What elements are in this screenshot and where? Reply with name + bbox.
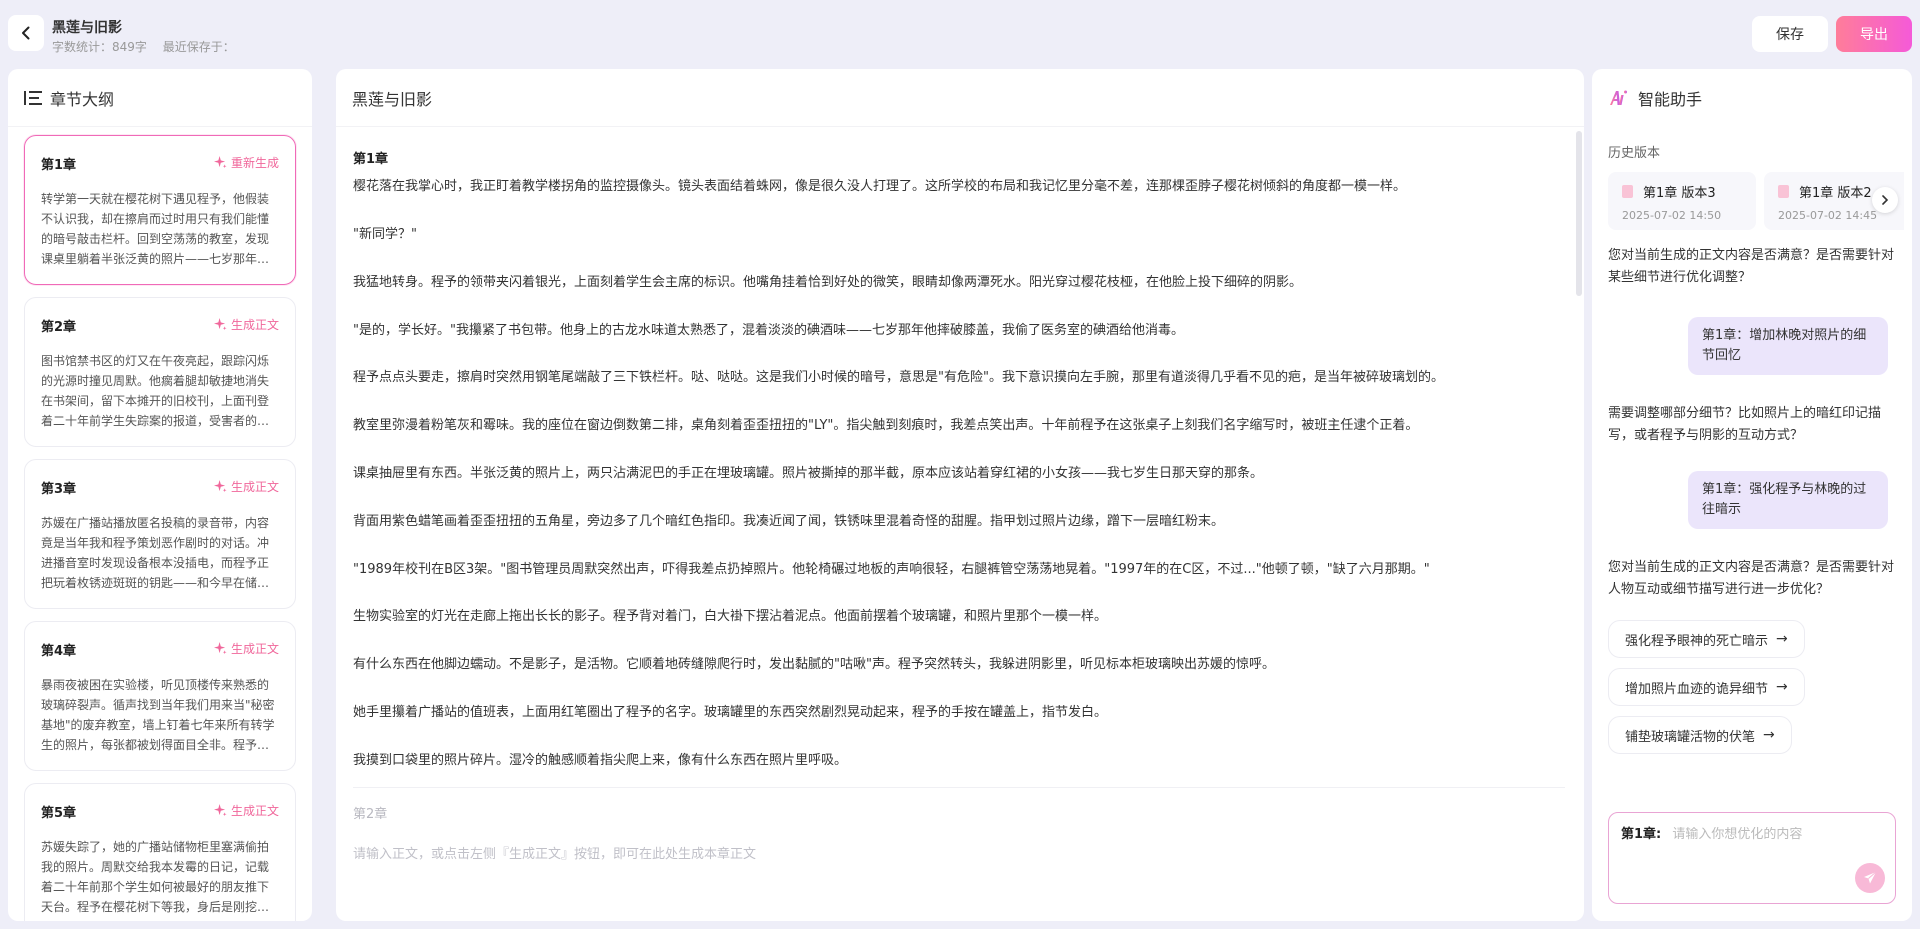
chevron-right-icon (1882, 195, 1889, 205)
editor-header: 黑莲与旧影 (336, 69, 1584, 127)
word-count: 字数统计：849字 (52, 40, 147, 54)
editor-body[interactable]: 第1章 樱花落在我掌心时，我正盯着教学楼拐角的监控摄像头。镜头表面结着蛛网，像是… (336, 128, 1576, 921)
chapter-heading: 第1章 (353, 152, 389, 167)
arrow-right-icon: → (1763, 727, 1775, 743)
paragraph[interactable]: 课桌抽屉里有东西。半张泛黄的照片上，两只沾满泥巴的手正在埋玻璃罐。照片被撕掉的那… (353, 450, 1559, 498)
version-list: 第1章 版本3 2025-07-02 14:50 第1章 版本2 2025-07… (1608, 172, 1904, 230)
paragraph[interactable]: 背面用紫色蜡笔画着歪歪扭扭的五角星，旁边多了几个暗红色指印。我凑近闻了闻，铁锈味… (353, 498, 1559, 546)
user-message: 第1章：强化程予与林晚的过往暗示 (1688, 471, 1888, 529)
document-meta: 字数统计：849字 最近保存于： (52, 38, 247, 55)
sparkle-icon (213, 804, 227, 817)
assistant-header: 智能助手 (1592, 69, 1912, 127)
last-saved: 最近保存于： (162, 40, 235, 54)
chapter-card-5[interactable]: 第5章 生成正文 苏媛失踪了，她的广播站储物柜里塞满偷拍我的照片。周默交给我本发… (24, 783, 296, 921)
assistant-title: 智能助手 (1638, 90, 1703, 109)
list-outline-icon (24, 90, 42, 105)
ai-logo-icon (1610, 90, 1627, 105)
chapter-card-1[interactable]: 第1章 重新生成 转学第一天就在樱花树下遇见程予，他假装不认识我，却在擦肩而过时… (24, 135, 296, 285)
suggestion-chip[interactable]: 增加照片血迹的诡异细节 → (1608, 668, 1805, 706)
versions-next-button[interactable] (1872, 187, 1898, 213)
chapter-2-placeholder[interactable]: 请输入正文，或点击左侧『生成正文』按钮，即可在此处生成本章正文 (353, 843, 1559, 862)
save-button[interactable]: 保存 (1752, 16, 1828, 52)
suggestion-chip[interactable]: 铺垫玻璃罐活物的伏笔 → (1608, 716, 1792, 754)
paragraph[interactable]: "是的，学长好。"我攥紧了书包带。他身上的古龙水味道太熟悉了，混着淡淡的碘酒味—… (353, 307, 1559, 355)
chapter-divider (353, 786, 1565, 788)
chapter-card-4[interactable]: 第4章 生成正文 暴雨夜被困在实验楼，听见顶楼传来熟悉的玻璃碎裂声。循声找到当年… (24, 621, 296, 771)
chapter-list: 第1章 重新生成 转学第一天就在樱花树下遇见程予，他假装不认识我，却在擦肩而过时… (8, 127, 312, 921)
arrow-right-icon: → (1776, 679, 1788, 695)
generate-content-button[interactable]: 生成正文 (213, 478, 279, 495)
paragraph[interactable]: 生物实验室的灯光在走廊上拖出长长的影子。程予背对着门，白大褂下摆沾着泥点。他面前… (353, 593, 1559, 641)
history-label: 历史版本 (1608, 146, 1661, 161)
generate-content-button[interactable]: 生成正文 (213, 640, 279, 657)
paragraph[interactable]: 她手里攥着广播站的值班表，上面用红笔圈出了程予的名字。玻璃罐里的东西突然剧烈晃动… (353, 689, 1559, 737)
assistant-message: 您对当前生成的正文内容是否满意？是否需要针对人物互动或细节描写进行进一步优化？ (1608, 560, 1895, 597)
paper-plane-icon (1864, 871, 1877, 884)
chapter-summary: 转学第一天就在樱花树下遇见程予，他假装不认识我，却在擦肩而过时用只有我们能懂的暗… (41, 192, 270, 266)
arrow-right-icon: → (1776, 631, 1788, 647)
assistant-message: 您对当前生成的正文内容是否满意？是否需要针对某些细节进行优化调整？ (1608, 248, 1895, 285)
suggestion-chip[interactable]: 强化程予眼神的死亡暗示 → (1608, 620, 1805, 658)
chapter-card-2[interactable]: 第2章 生成正文 图书馆禁书区的灯又在午夜亮起，跟踪闪烁的光源时撞见周默。他瘸着… (24, 297, 296, 447)
chapter-summary: 图书馆禁书区的灯又在午夜亮起，跟踪闪烁的光源时撞见周默。他瘸着腿却敏捷地消失在书… (41, 354, 270, 428)
input-chapter-prefix: 第1章: (1621, 827, 1662, 842)
optimize-input-box[interactable]: 第1章: (1608, 812, 1896, 904)
paragraph[interactable]: "新同学？" (353, 211, 1559, 259)
paragraph[interactable]: 程予点点头要走，擦肩时突然用钢笔尾端敲了三下铁栏杆。哒、哒哒。这是我们小时候的暗… (353, 354, 1559, 402)
chapter-card-3[interactable]: 第3章 生成正文 苏媛在广播站播放匿名投稿的录音带，内容竟是当年我和程予策划恶作… (24, 459, 296, 609)
user-message: 第1章：增加林晚对照片的细节回忆 (1688, 317, 1888, 375)
paragraph[interactable]: "1989年校刊在B区3架。"图书管理员周默突然出声，吓得我差点扔掉照片。他轮椅… (353, 546, 1559, 594)
sparkle-icon (213, 642, 227, 655)
editor-scrollbar[interactable] (1576, 131, 1582, 296)
chevron-left-icon (22, 26, 30, 40)
back-button[interactable] (8, 15, 44, 51)
optimize-input[interactable] (1672, 827, 1873, 842)
generate-content-button[interactable]: 生成正文 (213, 802, 279, 819)
paragraph[interactable]: 有什么东西在他脚边蠕动。不是影子，是活物。它顺着地砖缝隙爬行时，发出黏腻的"咕啾… (353, 641, 1559, 689)
paragraph[interactable]: 教室里弥漫着粉笔灰和霉味。我的座位在窗边倒数第二排，桌角刻着歪歪扭扭的"LY"。… (353, 402, 1559, 450)
assistant-panel: 智能助手 历史版本 第1章 版本3 2025-07-02 14:50 第1章 版… (1592, 69, 1912, 921)
version-card[interactable]: 第1章 版本3 2025-07-02 14:50 (1608, 172, 1756, 230)
chapter-summary: 苏媛失踪了，她的广播站储物柜里塞满偷拍我的照片。周默交给我本发霉的日记，记载着二… (41, 840, 270, 914)
assistant-message: 需要调整哪部分细节？比如照片上的暗红印记描写，或者程予与阴影的互动方式？ (1608, 406, 1882, 443)
sparkle-icon (213, 480, 227, 493)
export-button[interactable]: 导出 (1836, 16, 1912, 52)
chapter-summary: 暴雨夜被困在实验楼，听见顶楼传来熟悉的玻璃碎裂声。循声找到当年我们用来当"秘密基… (41, 678, 275, 752)
chapter-heading-2: 第2章 (353, 806, 388, 822)
outline-title: 章节大纲 (50, 89, 115, 109)
send-button[interactable] (1855, 863, 1885, 893)
paragraph[interactable]: 我摸到口袋里的照片碎片。湿冷的触感顺着指尖爬上来，像有什么东西在照片里呼吸。 (353, 737, 1559, 785)
document-icon (1778, 185, 1789, 198)
top-bar: 黑莲与旧影 字数统计：849字 最近保存于： 保存 导出 (0, 0, 1920, 68)
editor-title: 黑莲与旧影 (352, 89, 433, 109)
paragraph[interactable]: 樱花落在我掌心时，我正盯着教学楼拐角的监控摄像头。镜头表面结着蛛网，像是很久没人… (353, 172, 1559, 211)
chapter-summary: 苏媛在广播站播放匿名投稿的录音带，内容竟是当年我和程予策划恶作剧时的对话。冲进播… (41, 516, 270, 590)
outline-header: 章节大纲 (8, 69, 312, 127)
regenerate-button[interactable]: 重新生成 (213, 154, 279, 171)
editor-panel: 黑莲与旧影 第1章 樱花落在我掌心时，我正盯着教学楼拐角的监控摄像头。镜头表面结… (336, 69, 1584, 921)
paragraph[interactable]: 我猛地转身。程予的领带夹闪着银光，上面刻着学生会主席的标识。他嘴角挂着恰到好处的… (353, 259, 1559, 307)
sparkle-icon (213, 318, 227, 331)
document-title: 黑莲与旧影 (52, 20, 122, 36)
document-icon (1622, 185, 1633, 198)
outline-panel: 章节大纲 第1章 重新生成 转学第一天就在樱花树下遇见程予，他假装不认识我，却在… (8, 69, 312, 921)
generate-content-button[interactable]: 生成正文 (213, 316, 279, 333)
sparkle-icon (213, 156, 227, 169)
